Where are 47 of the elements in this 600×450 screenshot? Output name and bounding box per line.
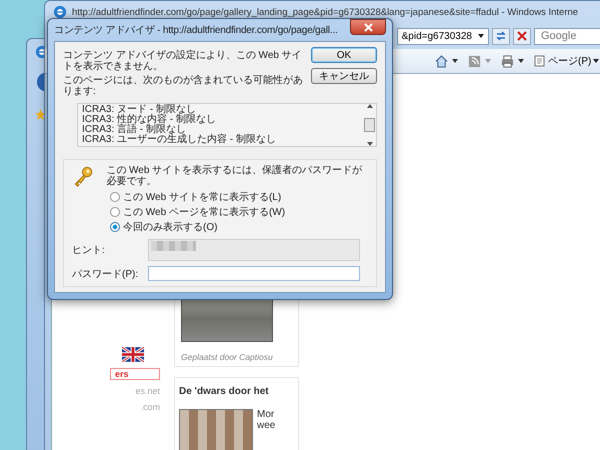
scroll-down-arrow-icon[interactable]	[366, 142, 372, 146]
dropdown-arrow-icon	[593, 59, 600, 63]
feed-icon[interactable]	[468, 54, 481, 68]
address-field[interactable]: &pid=g6730328	[397, 28, 489, 44]
password-prompt: この Web サイトを表示するには、保護者のパスワードが必要です。	[106, 165, 364, 187]
blurred-text-placeholder	[151, 241, 196, 251]
dropdown-arrow-icon[interactable]	[452, 59, 458, 63]
stop-button[interactable]	[513, 28, 531, 44]
dialog-button[interactable]: OK	[311, 47, 377, 63]
close-button[interactable]	[350, 19, 386, 35]
star-icon[interactable]	[35, 109, 46, 120]
dialog-title: コンテンツ アドバイザ - http://adultfriendfinder.com/go/page/gall...	[54, 24, 338, 37]
british-flag-icon[interactable]	[122, 347, 144, 362]
dialog-button[interactable]: キャンセル	[311, 68, 377, 84]
hint-label: ヒント:	[72, 244, 106, 257]
post-caption: Geplaatst door Captiosu	[181, 352, 274, 362]
radio-option[interactable]: この Web サイトを常に表示する(L)	[110, 190, 368, 204]
dropdown-arrow-icon[interactable]	[518, 59, 524, 63]
rating-item: ICRA3: ユーザーの生成した内容 - 制限なし	[82, 135, 277, 145]
search-field[interactable]: Google	[534, 28, 600, 44]
post-excerpt: Mor	[257, 409, 276, 420]
ratings-list[interactable]: ICRA3: ヌード - 制限なし ICRA3: 性的な内容 - 制限なし ICRA3: 言語 - 制限なし ICRA3: ユーザーの生成した内容 - 制限なし	[77, 103, 377, 147]
rating-item: ICRA3: ヌード - 制限なし	[82, 105, 196, 115]
printer-icon[interactable]	[501, 54, 514, 68]
dialog-message: コンテンツ アドバイザの設定により、この Web サイトを表示できません。	[63, 50, 303, 72]
post-excerpt: wee	[257, 420, 276, 431]
refresh-icon	[495, 30, 507, 42]
page-icon	[534, 55, 546, 67]
post-heading[interactable]: De 'dwars door het	[179, 386, 294, 397]
close-icon	[364, 22, 372, 32]
home-icon[interactable]	[435, 54, 448, 68]
scroll-up-arrow-icon[interactable]	[366, 104, 372, 108]
dropdown-arrow-icon[interactable]	[478, 34, 484, 38]
radio-option[interactable]: この Web ページを常に表示する(W)	[110, 205, 368, 219]
password-field[interactable]	[148, 266, 360, 281]
password-label: パスワード(P):	[72, 268, 140, 280]
rating-item: ICRA3: 言語 - 制限なし	[82, 125, 186, 135]
page-menu[interactable]: ページ(P)	[534, 54, 600, 68]
e-logo-icon	[53, 5, 67, 19]
refresh-button[interactable]	[492, 28, 510, 44]
sidebar-link[interactable]: ers	[110, 368, 160, 380]
rating-item: ICRA3: 性的な内容 - 制限なし	[82, 115, 217, 125]
window-title: http://adultfriendfinder.com/go/page/gallery_landing_page&pid=g6730328&lang=japanese&site=ffadul - Windows Interne	[72, 6, 578, 18]
list-label: このページには、次のものが含まれている可能性があります:	[63, 75, 304, 97]
scrollbar[interactable]	[363, 104, 376, 146]
radio-option[interactable]: 今回のみ表示する(O)	[110, 220, 368, 234]
close-icon	[516, 30, 528, 42]
